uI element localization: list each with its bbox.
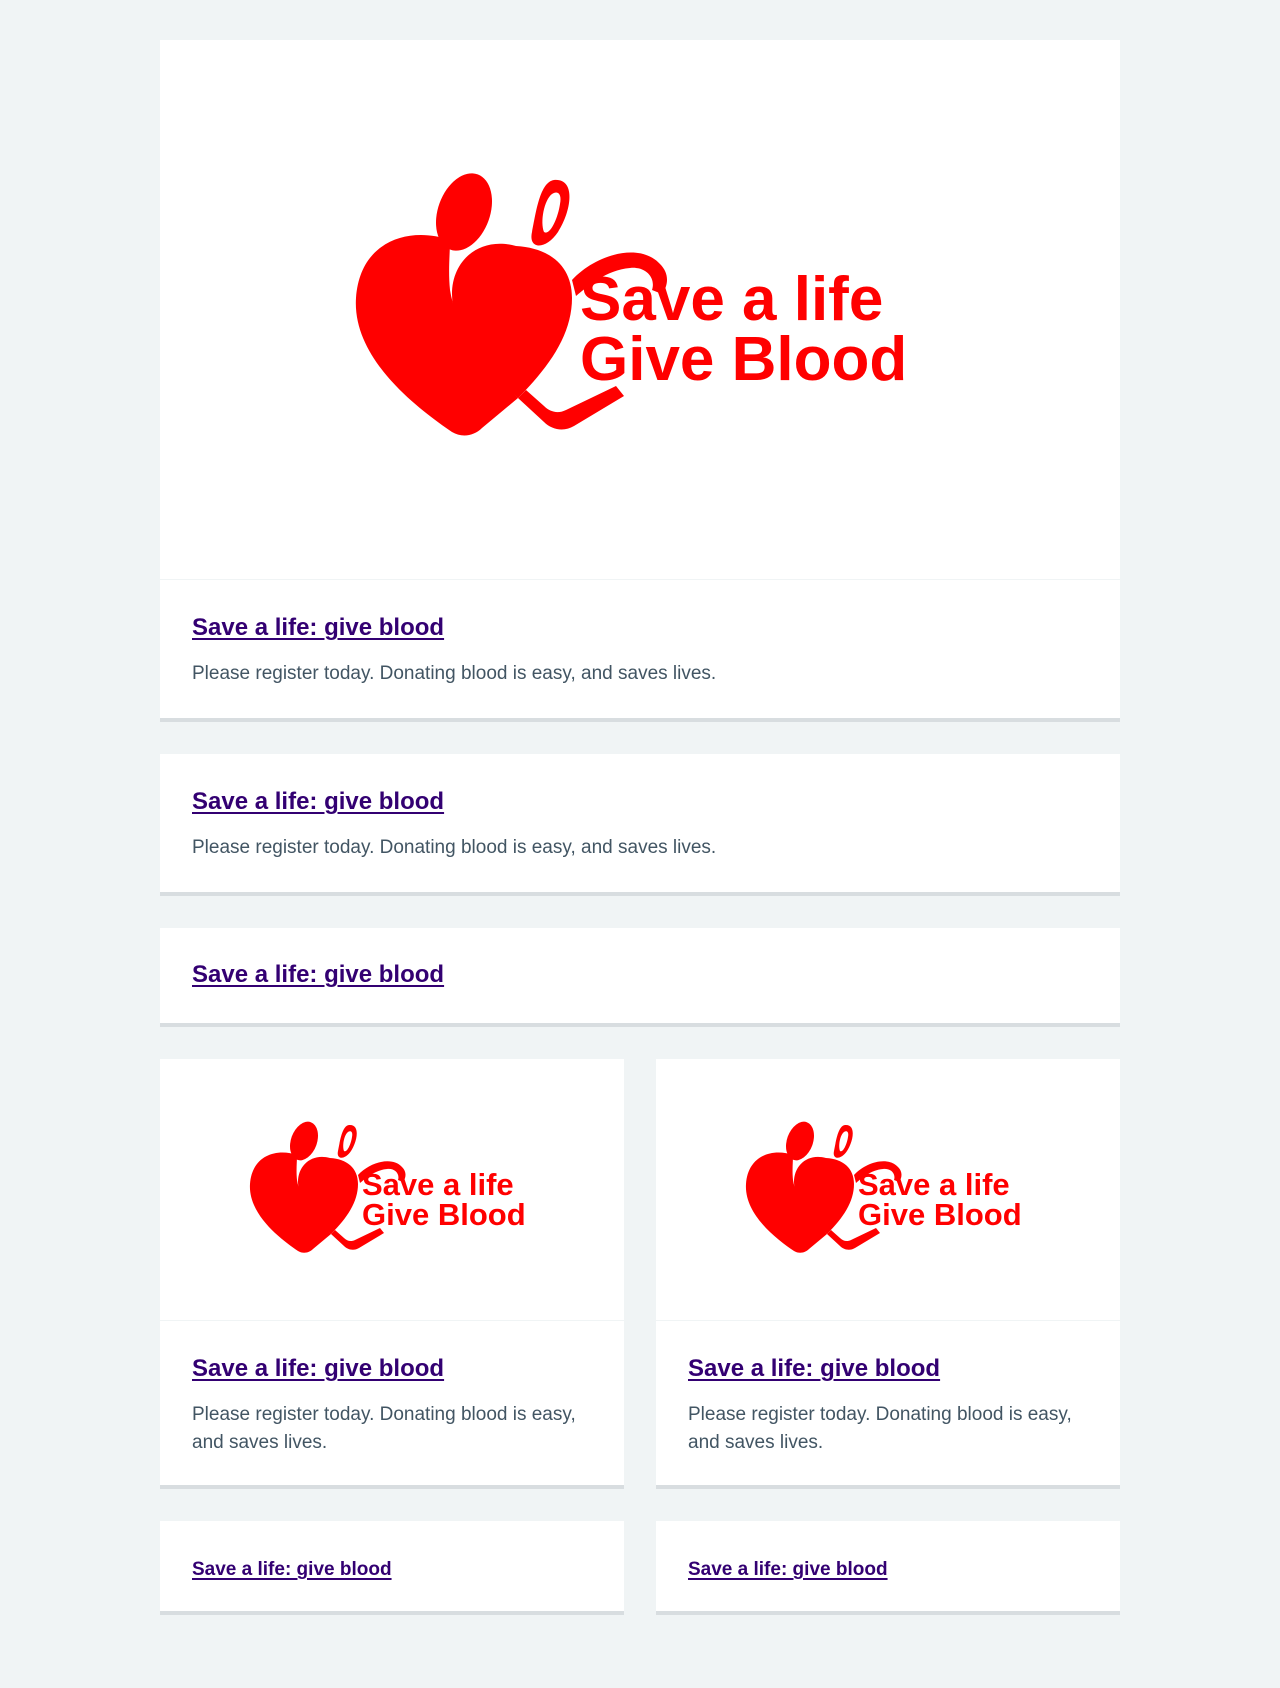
give-blood-logo: Save a life Give Blood	[355, 172, 907, 435]
give-blood-logo: Save a life Give Blood	[249, 1121, 526, 1253]
card-image: Save a life Give Blood	[656, 1059, 1120, 1321]
card-link[interactable]: Save a life: give blood	[192, 1559, 392, 1580]
card-content: Save a life: give blood Please register …	[160, 1321, 624, 1489]
card-heading: Save a life: give blood	[192, 612, 1088, 644]
card-heading: Save a life: give blood	[688, 1554, 1088, 1583]
card-link[interactable]: Save a life: give blood	[192, 614, 444, 641]
card-heading: Save a life: give blood	[192, 1554, 592, 1583]
card-heading: Save a life: give blood	[192, 959, 1088, 991]
card-heading-only: Save a life: give blood	[160, 928, 1120, 1027]
card-heading: Save a life: give blood	[192, 786, 1088, 818]
card-content: Save a life: give blood	[160, 1521, 624, 1615]
card-content: Save a life: give blood	[656, 1521, 1120, 1615]
logo-line2: Give Blood	[858, 1197, 1022, 1232]
card-description: Please register today. Donating blood is…	[688, 1404, 1072, 1453]
card-text: Save a life: give blood Please register …	[160, 754, 1120, 896]
logo-line1: Save a life	[580, 265, 883, 334]
card-description: Please register today. Donating blood is…	[192, 1404, 576, 1453]
card-content: Save a life: give blood Please register …	[160, 580, 1120, 720]
card-with-image-large: Save a life Give Blood Save a life: give…	[160, 40, 1120, 722]
card-description: Please register today. Donating blood is…	[192, 837, 717, 858]
card-link[interactable]: Save a life: give blood	[688, 1355, 940, 1382]
card-link[interactable]: Save a life: give blood	[192, 961, 444, 988]
logo-line2: Give Blood	[580, 325, 907, 394]
card-image: Save a life Give Blood	[160, 1059, 624, 1321]
card-heading: Save a life: give blood	[688, 1353, 1088, 1385]
give-blood-logo: Save a life Give Blood	[745, 1121, 1022, 1253]
card-description: Please register today. Donating blood is…	[192, 663, 717, 684]
card-content: Save a life: give blood Please register …	[160, 754, 1120, 894]
card-link[interactable]: Save a life: give blood	[688, 1559, 888, 1580]
logo-line2: Give Blood	[362, 1197, 526, 1232]
card-link[interactable]: Save a life: give blood	[192, 788, 444, 815]
card-heading: Save a life: give blood	[192, 1353, 592, 1385]
card-small-left: Save a life: give blood	[160, 1521, 624, 1615]
card-small-right: Save a life: give blood	[656, 1521, 1120, 1615]
card-content: Save a life: give blood	[160, 928, 1120, 1023]
card-link[interactable]: Save a life: give blood	[192, 1355, 444, 1382]
page: Save a life Give Blood Save a life: give…	[0, 0, 1280, 1688]
card-with-image-right: Save a life Give Blood Save a life: give…	[656, 1059, 1120, 1489]
card-content: Save a life: give blood Please register …	[656, 1321, 1120, 1489]
card-with-image-left: Save a life Give Blood Save a life: give…	[160, 1059, 624, 1489]
card-image: Save a life Give Blood	[160, 40, 1120, 580]
